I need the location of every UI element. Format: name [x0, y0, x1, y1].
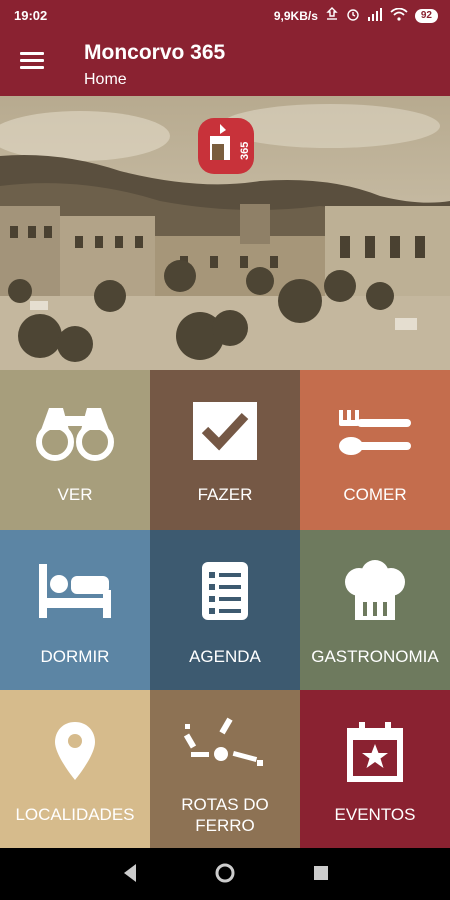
- fork-spoon-icon: [300, 400, 450, 470]
- tile-label-line2: FERRO: [195, 816, 255, 835]
- tile-label: FAZER: [197, 485, 253, 504]
- tile-label: DORMIR: [40, 647, 110, 666]
- hero-image: 365: [0, 96, 450, 370]
- tile-comer[interactable]: COMER: [300, 370, 450, 530]
- calendar-star-icon: [300, 720, 450, 790]
- tile-label-line1: ROTAS DO: [181, 795, 269, 814]
- app-title: Moncorvo 365: [84, 41, 226, 64]
- app-subtitle: Home: [84, 71, 127, 88]
- tile-label: COMER: [343, 485, 407, 504]
- tile-fazer[interactable]: FAZER: [150, 370, 300, 530]
- tile-ver[interactable]: VER: [0, 370, 150, 530]
- checkmark-icon: [150, 400, 300, 470]
- status-bar: 19:02 9,9KB/s 92: [0, 0, 450, 30]
- logo-text: 365: [239, 142, 251, 160]
- tile-label: EVENTOS: [334, 805, 416, 824]
- tile-dormir[interactable]: DORMIR: [0, 530, 150, 690]
- back-icon[interactable]: [120, 862, 140, 889]
- sync-icon: [325, 7, 339, 24]
- binoculars-icon: [0, 400, 150, 470]
- app-bar: Moncorvo 365 Home: [0, 30, 450, 96]
- signal-icon: [367, 7, 383, 24]
- tile-label: AGENDA: [189, 647, 261, 666]
- route-icon: [150, 710, 300, 780]
- app-logo: 365: [198, 118, 254, 174]
- wifi-icon: [390, 7, 408, 24]
- tile-rotas-do-ferro[interactable]: ROTAS DO FERRO: [150, 690, 300, 848]
- tile-gastronomia[interactable]: GASTRONOMIA: [300, 530, 450, 690]
- tile-label: GASTRONOMIA: [311, 647, 439, 666]
- tile-agenda[interactable]: AGENDA: [150, 530, 300, 690]
- recents-icon[interactable]: [312, 862, 330, 889]
- status-time: 19:02: [14, 8, 48, 23]
- alarm-icon: [346, 7, 360, 24]
- tile-localidades[interactable]: LOCALIDADES: [0, 690, 150, 848]
- tile-eventos[interactable]: EVENTOS: [300, 690, 450, 848]
- location-pin-icon: [0, 720, 150, 790]
- system-nav-bar: [0, 848, 450, 900]
- battery-indicator: 92: [414, 8, 438, 23]
- menu-grid: VER FAZER COMER DORMIR AGENDA GASTRONOMI…: [0, 370, 450, 848]
- tile-label: VER: [57, 485, 93, 504]
- bed-icon: [0, 560, 150, 630]
- menu-icon[interactable]: [20, 52, 44, 72]
- network-speed: 9,9KB/s: [273, 8, 318, 23]
- list-icon: [150, 560, 300, 630]
- home-icon[interactable]: [214, 862, 236, 889]
- chef-hat-icon: [300, 560, 450, 630]
- tile-label: LOCALIDADES: [15, 805, 135, 824]
